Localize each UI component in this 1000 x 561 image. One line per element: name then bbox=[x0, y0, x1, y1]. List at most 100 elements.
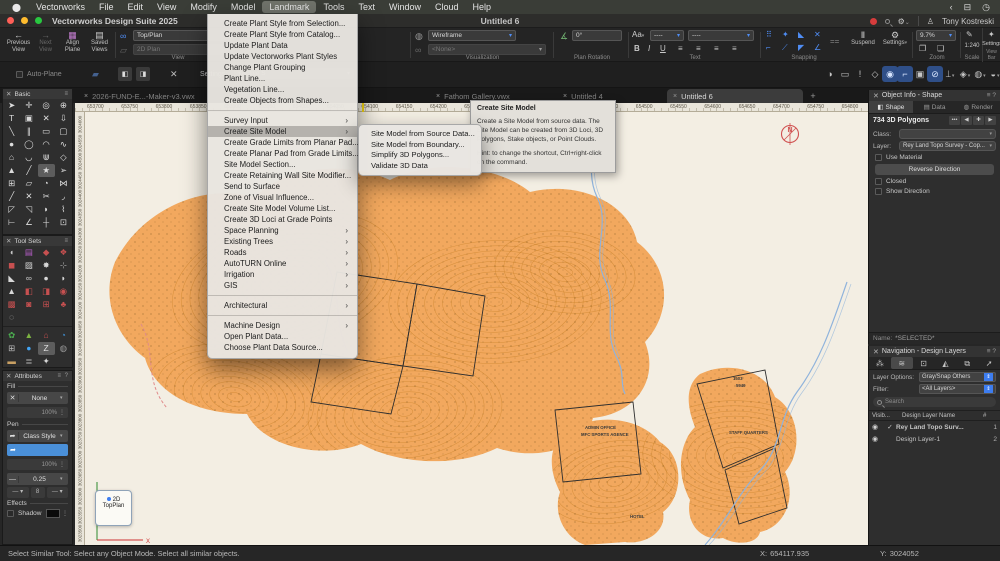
space-tool-icon[interactable]: ⊞ bbox=[3, 342, 20, 355]
menubar-item-tools[interactable]: Tools bbox=[316, 1, 351, 13]
menu-item-update-plant-data[interactable]: Update Plant Data bbox=[208, 40, 357, 51]
web-view-icon[interactable]: ◒▾ bbox=[987, 66, 1000, 82]
visibility-eye-icon[interactable]: ◉ bbox=[872, 435, 884, 443]
close-tab-icon[interactable]: × bbox=[84, 93, 88, 100]
saved-views-button[interactable]: ▤Saved Views bbox=[87, 30, 112, 53]
suspend-snapping-button[interactable]: ⅡSuspend bbox=[848, 30, 878, 47]
viewports-tab-icon[interactable]: ◭ bbox=[934, 357, 956, 369]
delete-tool-icon[interactable]: ✕ bbox=[38, 112, 55, 125]
zoom-tool-icon[interactable]: ⊕ bbox=[55, 99, 72, 112]
menu-item-autoturn-online[interactable]: AutoTURN Online› bbox=[208, 258, 357, 269]
attributes-palette-header[interactable]: ✕Attributes≡ ? bbox=[3, 371, 72, 381]
data-visualization-icon[interactable]: ◉ bbox=[882, 66, 898, 82]
menu-item-create-3d-loci-at-grade-points[interactable]: Create 3D Loci at Grade Points bbox=[208, 214, 357, 225]
compass-tool-icon[interactable]: ◔ bbox=[55, 329, 72, 342]
close-window-button[interactable] bbox=[7, 17, 14, 24]
basic-palette-header[interactable]: ✕Basic≡ bbox=[3, 89, 72, 99]
menu-item-create-grade-limits-from-planar-pad[interactable]: Create Grade Limits from Planar Pad... bbox=[208, 137, 357, 148]
columns-set-icon[interactable]: ▨ bbox=[20, 259, 37, 272]
close-icon[interactable]: ✕ bbox=[873, 92, 879, 100]
plant-tool-icon[interactable]: ✿ bbox=[3, 329, 20, 342]
menu-icon[interactable]: ≡ ? bbox=[987, 348, 996, 355]
closed-checkbox[interactable] bbox=[875, 178, 882, 185]
plane-mode-icon[interactable]: ▰ bbox=[92, 67, 99, 82]
snap-icon-5[interactable]: ⟋ bbox=[782, 43, 788, 53]
line-weight-dropdown[interactable]: —0.25▾ bbox=[7, 473, 68, 485]
walls-set-icon[interactable]: ◼ bbox=[3, 259, 20, 272]
menu-item-change-plant-grouping[interactable]: Change Plant Grouping bbox=[208, 62, 357, 73]
saved-views-tab-icon[interactable]: ⧉ bbox=[956, 357, 978, 369]
corner-tool-icon[interactable]: ◹ bbox=[20, 203, 37, 216]
name-value[interactable]: *SELECTED* bbox=[895, 335, 934, 342]
shadow-checkbox[interactable] bbox=[7, 510, 14, 517]
landscape-area-set-icon[interactable]: ♣ bbox=[55, 298, 72, 311]
align-center-icon[interactable]: ≡ bbox=[696, 44, 701, 53]
reshape-tool-icon[interactable]: ➢ bbox=[55, 164, 72, 177]
rectangle-tool-icon[interactable]: ▭ bbox=[38, 125, 55, 138]
line-marker-end-dropdown[interactable]: — ▾ bbox=[47, 487, 69, 498]
classes-tab-icon[interactable]: ⁂ bbox=[869, 357, 891, 369]
connect-tool-icon[interactable]: ⌇ bbox=[55, 203, 72, 216]
mirror-tool-icon[interactable]: ⋈ bbox=[55, 177, 72, 190]
line-tool-icon[interactable]: ╲ bbox=[3, 125, 20, 138]
document-tab-untitled-6[interactable]: ×Untitled 6 bbox=[667, 89, 803, 103]
reverse-direction-button[interactable]: Reverse Direction bbox=[875, 164, 994, 175]
selection-nav-button-0[interactable]: ••• bbox=[949, 116, 960, 125]
massing-set-icon[interactable]: ◆ bbox=[38, 246, 55, 259]
menu-item-create-site-model-volume-list[interactable]: Create Site Model Volume List... bbox=[208, 203, 357, 214]
line-style-icon[interactable]: 8 bbox=[31, 487, 45, 498]
submenu-item-site-model-from-source-data[interactable]: Site Model from Source Data... bbox=[359, 129, 481, 140]
menubar-item-cloud[interactable]: Cloud bbox=[428, 1, 466, 13]
close-icon[interactable]: ✕ bbox=[873, 348, 879, 356]
circle-tool-icon[interactable]: ● bbox=[3, 138, 20, 151]
line-marker-start-dropdown[interactable]: — ▾ bbox=[7, 487, 29, 498]
stake-object-tool-icon[interactable]: ✦ bbox=[38, 355, 55, 368]
snap-icon-2[interactable]: ◣ bbox=[798, 30, 804, 39]
font-dropdown[interactable]: ----▾ bbox=[650, 30, 684, 41]
auto-plane-checkbox[interactable]: Auto-Plane bbox=[16, 67, 62, 82]
plan-rotation-field[interactable]: 0° bbox=[572, 30, 622, 41]
italic-button[interactable]: I bbox=[648, 44, 650, 53]
menu-icon[interactable]: ≡ bbox=[64, 238, 69, 244]
menu-item-gis[interactable]: GIS› bbox=[208, 280, 357, 291]
locus-tool-icon[interactable]: ┼ bbox=[38, 216, 55, 229]
menu-item-create-planar-pad-from-grade-limits[interactable]: Create Planar Pad from Grade Limits... bbox=[208, 148, 357, 159]
snapping-settings-button[interactable]: ⚙Settings▾ bbox=[880, 30, 910, 47]
menu-item-existing-trees[interactable]: Existing Trees› bbox=[208, 236, 357, 247]
pen-opacity-slider[interactable]: 100%⋮ bbox=[7, 459, 68, 470]
loci-set-icon[interactable]: ⊹ bbox=[55, 259, 72, 272]
align-left-icon[interactable]: ≡ bbox=[678, 44, 683, 53]
zoom-window-button[interactable] bbox=[35, 17, 42, 24]
menu-item-roads[interactable]: Roads› bbox=[208, 247, 357, 258]
flyover-tool-icon[interactable]: ◎ bbox=[38, 99, 55, 112]
menu-item-vegetation-line[interactable]: Vegetation Line... bbox=[208, 84, 357, 95]
background-icon[interactable]: ▭ bbox=[837, 66, 853, 82]
apple-menu-icon[interactable]: ⬤ bbox=[4, 3, 29, 12]
resize-tool-icon[interactable]: ◗ bbox=[38, 203, 55, 216]
rotate-tool-icon[interactable]: ◔ bbox=[38, 177, 55, 190]
column-header-visib[interactable]: Visib... bbox=[872, 413, 902, 419]
menu-item-irrigation[interactable]: Irrigation› bbox=[208, 269, 357, 280]
menubar-item-edit[interactable]: Edit bbox=[121, 1, 151, 13]
sheet-layers-tab-icon[interactable]: ⊡ bbox=[913, 357, 935, 369]
tag-icon[interactable]: ◈▾ bbox=[957, 66, 973, 82]
snap-icon-7[interactable]: ∠ bbox=[814, 43, 821, 52]
contrast-icon[interactable]: ◑ bbox=[822, 66, 838, 82]
close-icon[interactable]: ✕ bbox=[6, 372, 11, 380]
layer-row-rey-land-topo-surv[interactable]: ◉✓Rey Land Topo Surv...1 bbox=[869, 421, 1000, 433]
align-plane-button[interactable]: ▦Align Plane bbox=[60, 30, 85, 53]
view-mode-widget[interactable]: 2D TopPlan bbox=[95, 490, 132, 526]
view-bar-settings-icon[interactable]: ✦ bbox=[988, 30, 995, 39]
menu-item-create-site-model[interactable]: Create Site Model› bbox=[208, 126, 357, 137]
double-line-tool-icon[interactable]: ∥ bbox=[20, 125, 37, 138]
polygon-tool-icon[interactable]: ◇ bbox=[55, 151, 72, 164]
window-manager-icon[interactable]: ⊟ bbox=[964, 2, 972, 13]
fillet-tool-icon[interactable]: ◞ bbox=[55, 190, 72, 203]
menu-item-survey-input[interactable]: Survey Input› bbox=[208, 115, 357, 126]
bold-button[interactable]: B bbox=[634, 44, 640, 53]
menu-icon[interactable]: ≡ bbox=[64, 91, 69, 97]
search-tool-set-icon[interactable]: ◌ bbox=[3, 311, 20, 324]
object-info-header[interactable]: ✕Object Info - Shape≡ ? bbox=[869, 90, 1000, 101]
use-material-checkbox[interactable] bbox=[875, 154, 882, 161]
fit-objects-icon[interactable]: ❐ bbox=[919, 44, 926, 53]
